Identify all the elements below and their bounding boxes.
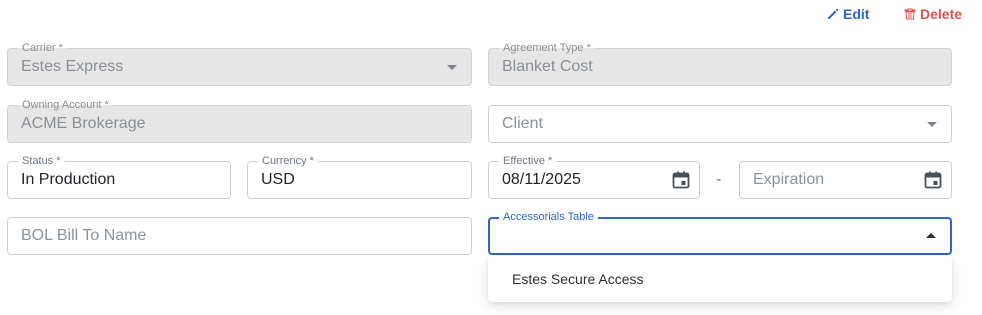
status-field[interactable]: Status * In Production — [7, 154, 231, 199]
delete-label: Delete — [920, 6, 963, 22]
accessorials-table-label: Accessorials Table — [499, 210, 598, 224]
expiration-date-input[interactable]: Expiration — [739, 161, 952, 199]
date-range-separator: - — [716, 171, 722, 188]
accessorials-dropdown-menu: Estes Secure Access — [488, 256, 952, 302]
chevron-down-icon — [447, 65, 457, 70]
chevron-up-icon[interactable] — [926, 233, 936, 238]
calendar-icon[interactable] — [671, 170, 691, 190]
owning-account-value: ACME Brokerage — [21, 115, 146, 132]
edit-button[interactable]: Edit — [827, 6, 869, 22]
agreement-type-value: Blanket Cost — [502, 58, 593, 75]
effective-date-input[interactable]: Effective * 08/11/2025 — [488, 154, 700, 199]
delete-button[interactable]: Delete — [904, 6, 962, 22]
pencil-icon — [828, 8, 839, 19]
agreement-type-field: Agreement Type * Blanket Cost — [488, 41, 952, 86]
currency-field[interactable]: Currency * USD — [247, 154, 472, 199]
bol-bill-to-placeholder: BOL Bill To Name — [21, 227, 147, 244]
effective-value: 08/11/2025 — [502, 171, 581, 188]
bol-bill-to-name-input[interactable]: BOL Bill To Name — [7, 217, 472, 255]
carrier-select: Carrier * Estes Express — [7, 41, 472, 86]
calendar-icon[interactable] — [923, 170, 943, 190]
accessorials-table-select[interactable]: Accessorials Table — [488, 210, 952, 255]
carrier-value: Estes Express — [21, 58, 124, 75]
owning-account-field: Owning Account * ACME Brokerage — [7, 98, 472, 143]
status-value: In Production — [21, 171, 116, 188]
chevron-down-icon[interactable] — [927, 122, 937, 127]
edit-label: Edit — [843, 6, 870, 22]
trash-icon — [904, 8, 916, 20]
client-placeholder: Client — [502, 115, 543, 132]
dropdown-option[interactable]: Estes Secure Access — [512, 256, 644, 302]
expiration-placeholder: Expiration — [753, 171, 825, 188]
currency-value: USD — [261, 171, 295, 188]
client-select[interactable]: Client — [488, 105, 952, 143]
